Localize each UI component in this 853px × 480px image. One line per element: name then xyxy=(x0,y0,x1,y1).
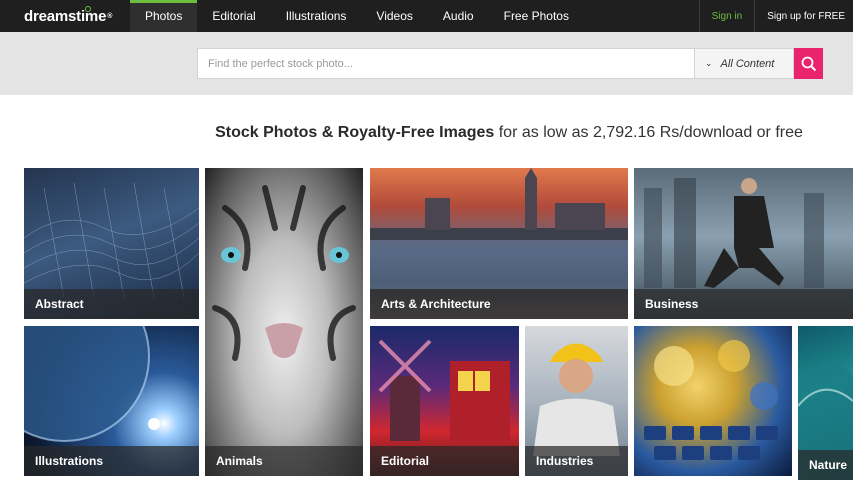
logo-text: dreamstime xyxy=(24,7,107,25)
category-tile-animals[interactable]: Animals xyxy=(205,168,363,476)
white-tiger-image xyxy=(212,185,356,361)
dreamstime-logo[interactable]: dreamstime ® xyxy=(0,0,130,32)
page-headline: Stock Photos & Royalty-Free Images for a… xyxy=(0,124,853,142)
nav-item-illustrations[interactable]: Illustrations xyxy=(271,0,362,32)
search-band: ⌄ All Content xyxy=(0,32,853,95)
category-tile-editorial[interactable]: Editorial xyxy=(370,326,519,476)
search-icon xyxy=(801,56,816,71)
category-tile-nature[interactable]: Nature xyxy=(798,326,853,480)
nav-item-free-photos[interactable]: Free Photos xyxy=(489,0,584,32)
scope-label: All Content xyxy=(720,57,775,70)
category-label-editorial: Editorial xyxy=(370,446,519,476)
category-label-nature: Nature xyxy=(798,450,853,480)
category-label-industries: Industries xyxy=(525,446,628,476)
logo-registered-mark: ® xyxy=(107,12,113,20)
keyboard-bokeh-image xyxy=(644,340,778,460)
category-label-abstract: Abstract xyxy=(24,289,199,319)
nav-item-photos[interactable]: Photos xyxy=(130,0,198,32)
category-label-business: Business xyxy=(634,289,853,319)
search-input[interactable] xyxy=(197,48,694,79)
headline-bold-text: Stock Photos & Royalty-Free Images xyxy=(215,124,495,141)
sign-up-link[interactable]: Sign up for FREE xyxy=(754,0,853,32)
nav-item-editorial[interactable]: Editorial xyxy=(197,0,270,32)
content-scope-dropdown[interactable]: ⌄ All Content xyxy=(694,48,794,79)
category-tile-arts-architecture[interactable]: Arts & Architecture xyxy=(370,168,628,319)
nav-item-audio[interactable]: Audio xyxy=(428,0,489,32)
sign-in-link[interactable]: Sign in xyxy=(698,0,755,32)
category-tile-illustrations[interactable]: Illustrations xyxy=(24,326,199,476)
chevron-down-icon: ⌄ xyxy=(705,58,713,68)
category-tile-industries[interactable]: Industries xyxy=(525,326,628,476)
category-tile-abstract[interactable]: Abstract xyxy=(24,168,199,319)
top-navigation: dreamstime ® Photos Editorial Illustrati… xyxy=(0,0,853,32)
category-label-arts-architecture: Arts & Architecture xyxy=(370,289,628,319)
account-links: Sign in Sign up for FREE xyxy=(698,0,853,32)
nav-item-videos[interactable]: Videos xyxy=(361,0,427,32)
main-nav: Photos Editorial Illustrations Videos Au… xyxy=(130,0,584,32)
logo-dot-icon xyxy=(85,6,91,12)
category-tile-business[interactable]: Business xyxy=(634,168,853,319)
category-label-animals: Animals xyxy=(205,446,363,476)
category-label-illustrations: Illustrations xyxy=(24,446,199,476)
headline-rest-text: for as low as 2,792.16 Rs/download or fr… xyxy=(494,124,803,141)
search-button[interactable] xyxy=(794,48,823,79)
category-tile-technology[interactable] xyxy=(634,326,792,476)
